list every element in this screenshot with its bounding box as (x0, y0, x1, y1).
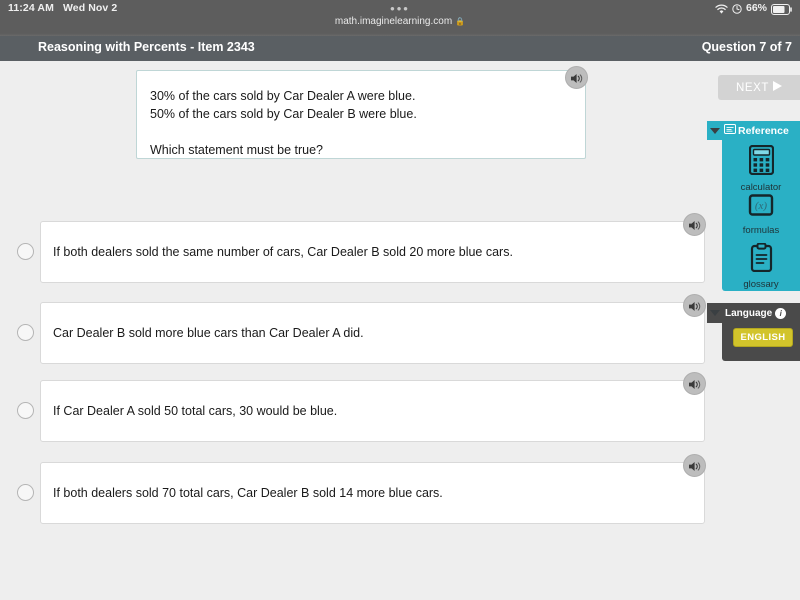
prompt-text: 30% of the cars sold by Car Dealer A wer… (150, 89, 417, 157)
tab-overview-dots[interactable]: ••• (0, 2, 800, 15)
tools-rail: NEXT Reference calculator (x) formulas g… (707, 61, 800, 600)
question-stage: 30% of the cars sold by Car Dealer A wer… (0, 61, 800, 600)
formulas-icon: (x) (748, 194, 774, 222)
reference-panel-header[interactable]: Reference (707, 121, 800, 140)
option-speaker-button-4[interactable] (683, 454, 706, 477)
calculator-icon (748, 144, 774, 179)
option-radio-2[interactable] (17, 324, 34, 341)
option-speaker-button-3[interactable] (683, 372, 706, 395)
option-row: Car Dealer B sold more blue cars than Ca… (0, 294, 712, 364)
language-panel: Language i ENGLISH (707, 303, 800, 361)
reference-tool-glossary[interactable]: glossary (722, 242, 800, 290)
option-radio-4[interactable] (17, 484, 34, 501)
clipboard-icon (750, 242, 773, 276)
question-counter: Question 7 of 7 (701, 40, 792, 54)
browser-chrome: 11:24 AM Wed Nov 2 66% ••• math.imaginel… (0, 0, 800, 36)
option-radio-1[interactable] (17, 243, 34, 260)
option-text-2: Car Dealer B sold more blue cars than Ca… (53, 326, 364, 340)
reference-tool-label-calculator: calculator (740, 182, 782, 193)
reference-tool-label-formulas: formulas (742, 225, 780, 236)
option-row: If both dealers sold 70 total cars, Car … (0, 454, 712, 524)
option-row: If both dealers sold the same number of … (0, 213, 712, 283)
option-row: If Car Dealer A sold 50 total cars, 30 w… (0, 372, 712, 442)
option-text-3: If Car Dealer A sold 50 total cars, 30 w… (53, 404, 338, 418)
play-triangle-icon (773, 81, 783, 94)
reference-panel-title: Reference (738, 124, 789, 137)
option-text-4: If both dealers sold 70 total cars, Car … (53, 486, 443, 500)
option-radio-3[interactable] (17, 402, 34, 419)
caret-down-icon (710, 310, 720, 316)
lock-icon: 🔒 (455, 17, 466, 26)
option-text-1: If both dealers sold the same number of … (53, 245, 513, 259)
next-button-label: NEXT (735, 81, 770, 94)
option-card-3[interactable]: If Car Dealer A sold 50 total cars, 30 w… (40, 380, 705, 442)
option-card-4[interactable]: If both dealers sold 70 total cars, Car … (40, 462, 705, 524)
option-card-2[interactable]: Car Dealer B sold more blue cars than Ca… (40, 302, 705, 364)
option-speaker-button-2[interactable] (683, 294, 706, 317)
reference-panel: Reference calculator (x) formulas glossa… (707, 121, 800, 291)
prompt-card: 30% of the cars sold by Car Dealer A wer… (136, 70, 586, 159)
info-icon[interactable]: i (775, 307, 787, 319)
reference-card-icon (724, 124, 736, 137)
option-speaker-button-1[interactable] (683, 213, 706, 236)
reference-tool-calculator[interactable]: calculator (722, 144, 800, 193)
address-bar-url: math.imaginelearning.com (334, 16, 453, 27)
reference-tool-formulas[interactable]: (x) formulas (722, 194, 800, 236)
address-bar[interactable]: math.imaginelearning.com 🔒 (0, 16, 800, 27)
reference-tool-label-glossary: glossary (743, 279, 779, 290)
app-header-bar: Reasoning with Percents - Item 2343 Ques… (0, 36, 800, 61)
action-row: CLEAR CHECK (0, 169, 710, 259)
option-card-1[interactable]: If both dealers sold the same number of … (40, 221, 705, 283)
next-button[interactable]: NEXT (718, 75, 800, 100)
svg-text:(x): (x) (755, 200, 768, 212)
prompt-speaker-button[interactable] (565, 66, 588, 89)
language-panel-title: Language (725, 307, 773, 319)
item-title: Reasoning with Percents - Item 2343 (38, 40, 255, 54)
caret-down-icon (710, 127, 720, 134)
language-selected-value[interactable]: ENGLISH (733, 328, 793, 347)
language-panel-header[interactable]: Language i (707, 303, 800, 323)
